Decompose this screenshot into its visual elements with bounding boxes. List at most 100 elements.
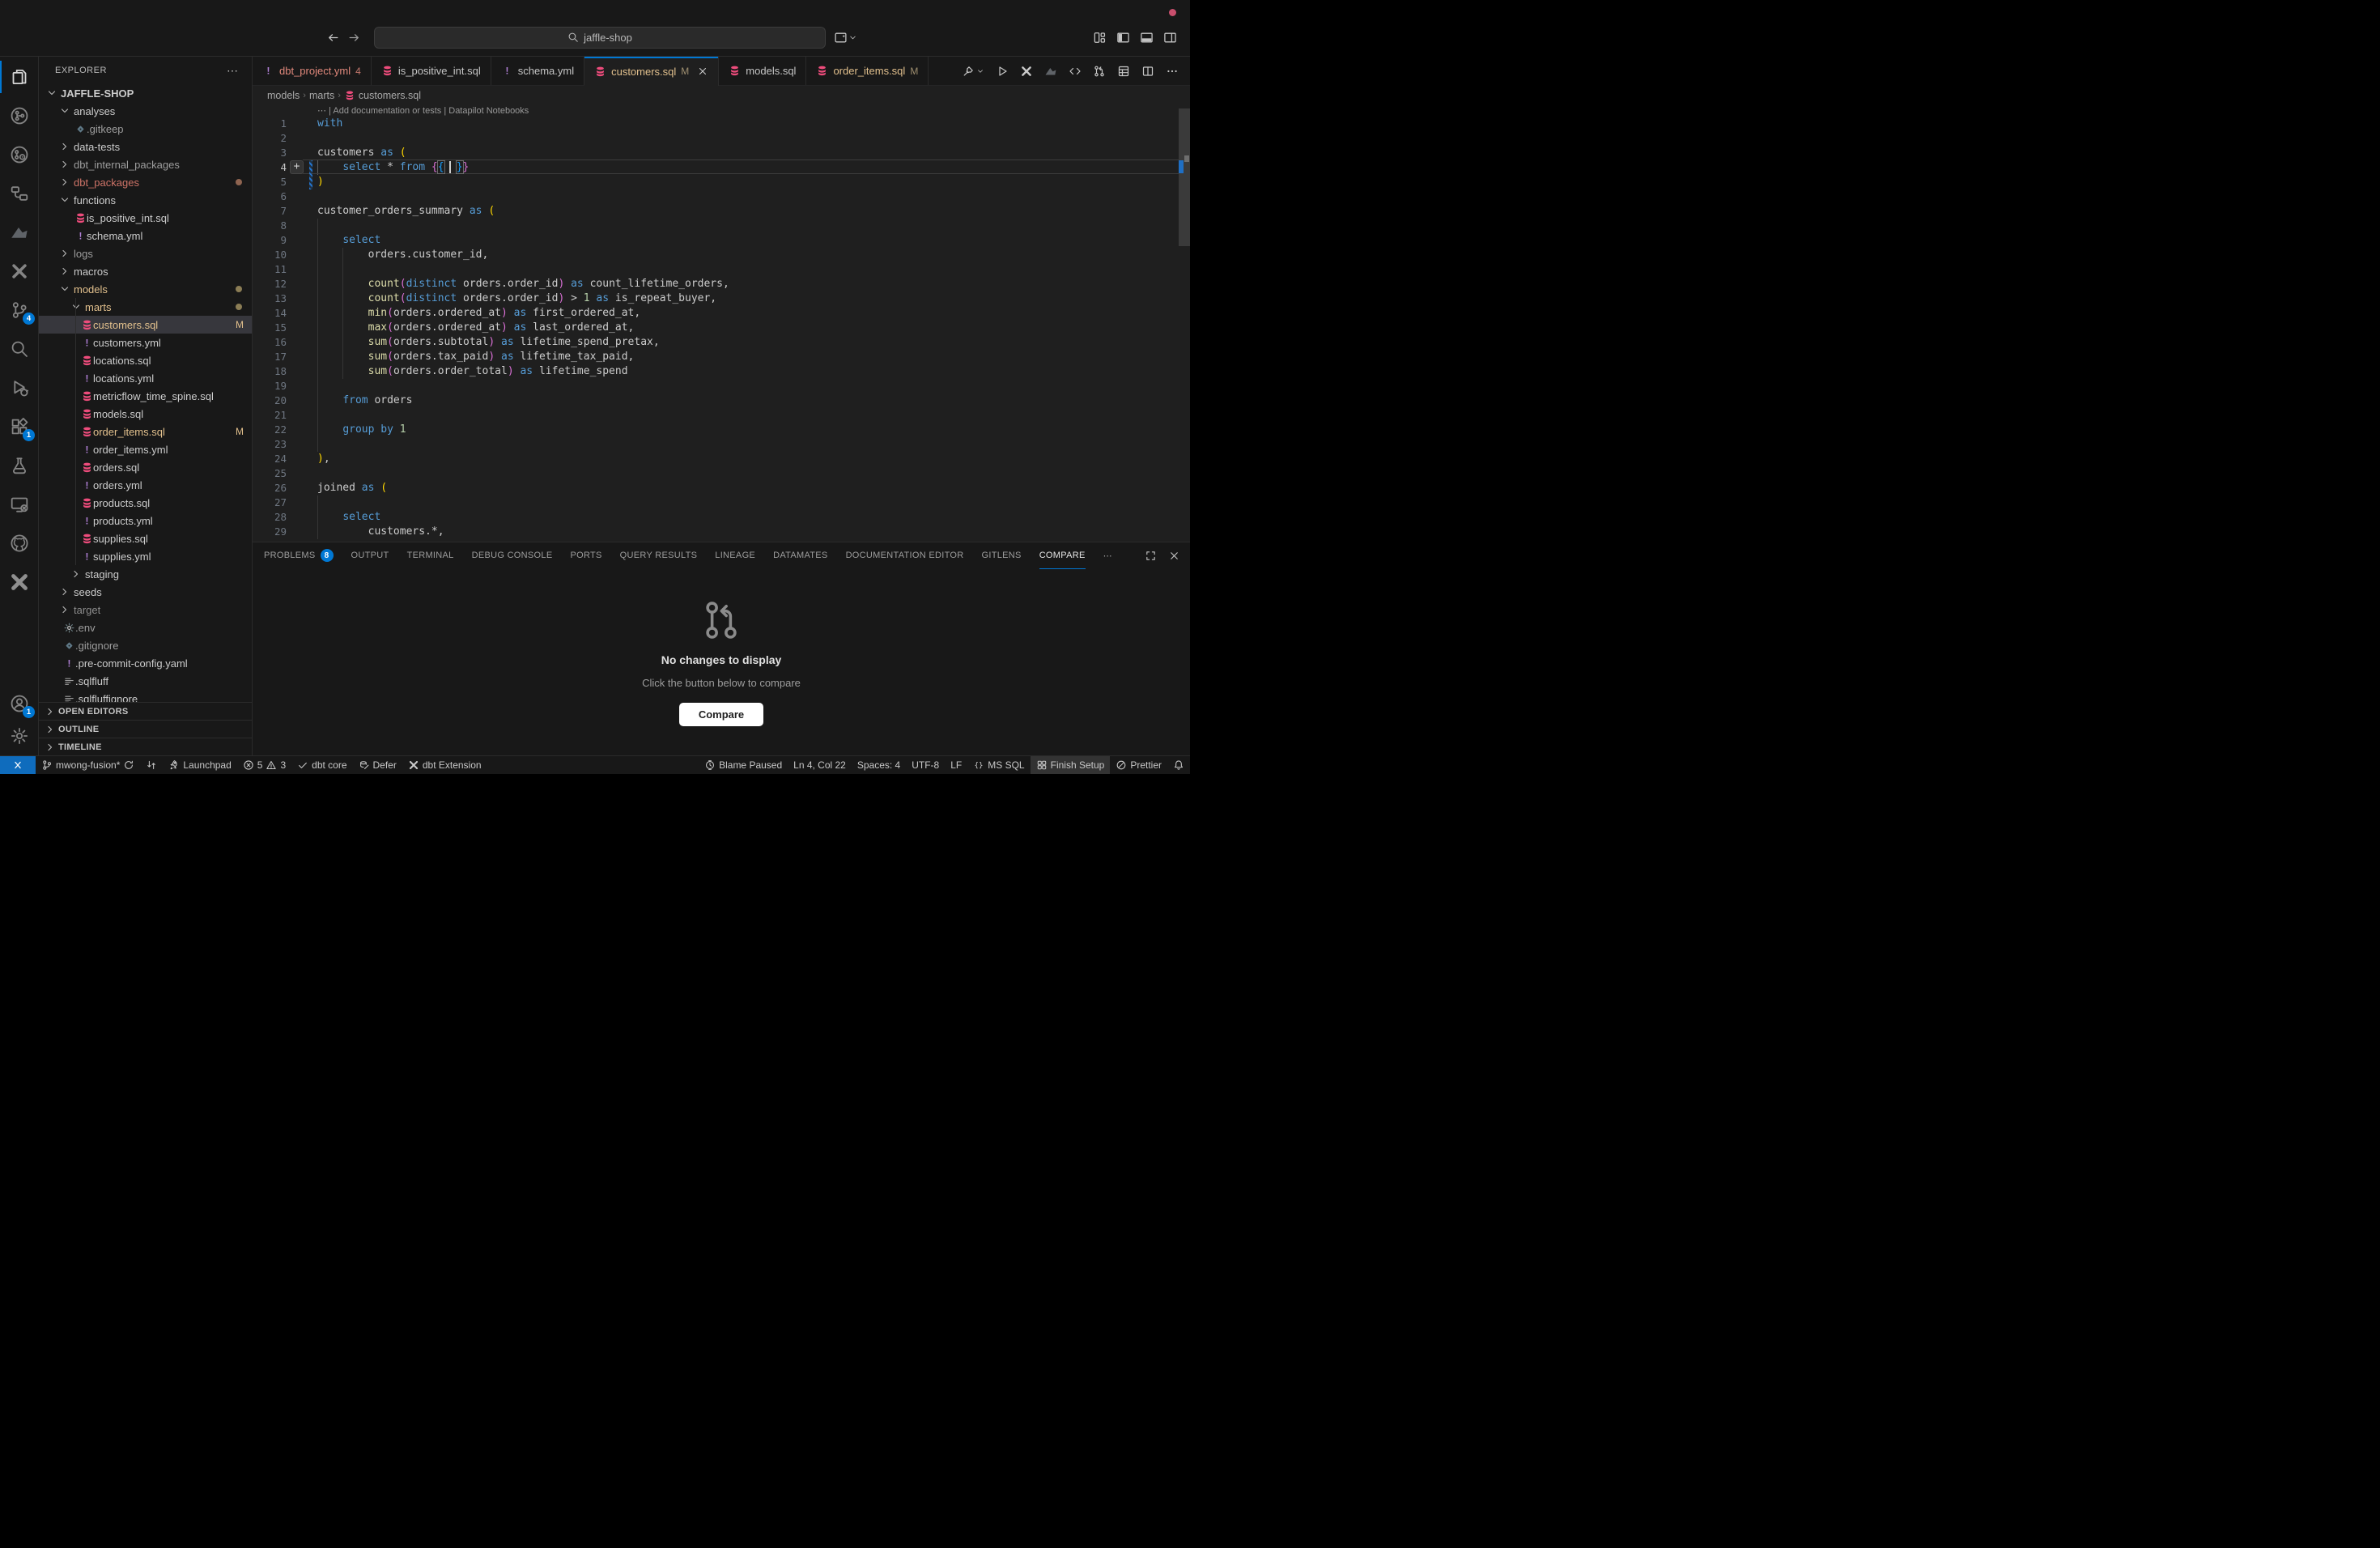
tree-item-target[interactable]: target — [39, 601, 252, 619]
mountain-icon[interactable] — [1044, 65, 1057, 78]
activity-altimate[interactable] — [0, 216, 38, 249]
activity-explorer[interactable] — [0, 61, 38, 93]
panel-tab-lineage[interactable]: LINEAGE — [715, 542, 755, 569]
status-prettier[interactable]: Prettier — [1110, 756, 1167, 774]
tree-item-locations.sql[interactable]: locations.sql — [39, 351, 252, 369]
tree-item-.pre-commit-config.yaml[interactable]: !.pre-commit-config.yaml — [39, 654, 252, 672]
tab-dbt_project.yml[interactable]: !dbt_project.yml4 — [253, 57, 372, 85]
section-outline[interactable]: OUTLINE — [39, 720, 252, 738]
tree-item-metricflow_time_spine.sql[interactable]: metricflow_time_spine.sql — [39, 387, 252, 405]
tree-item-.gitkeep[interactable]: .gitkeep — [39, 120, 252, 138]
tab-order_items.sql[interactable]: order_items.sqlM — [806, 57, 929, 85]
panel-tab-terminal[interactable]: TERMINAL — [407, 542, 454, 569]
more-icon[interactable] — [1166, 65, 1179, 78]
tree-item-supplies.yml[interactable]: !supplies.yml — [39, 547, 252, 565]
play-icon[interactable] — [996, 65, 1009, 78]
breadcrumb-item[interactable]: models — [267, 90, 300, 101]
tree-item-is_positive_int.sql[interactable]: is_positive_int.sql — [39, 209, 252, 227]
editor-scrollbar[interactable] — [1179, 105, 1190, 542]
panel-tab-ports[interactable]: PORTS — [570, 542, 601, 569]
tree-item-dbt_internal_packages[interactable]: dbt_internal_packages — [39, 155, 252, 173]
activity-dbt-docs[interactable] — [0, 138, 38, 171]
panel-tab-documentation-editor[interactable]: DOCUMENTATION EDITOR — [846, 542, 964, 569]
panel-tab-datamates[interactable]: DATAMATES — [773, 542, 827, 569]
tree-item-.sqlfluff[interactable]: .sqlfluff — [39, 672, 252, 690]
tree-item-products.yml[interactable]: !products.yml — [39, 512, 252, 529]
customize-layout-icon[interactable] — [1093, 31, 1107, 45]
tree-item-.env[interactable]: .env — [39, 619, 252, 636]
tree-item-analyses[interactable]: analyses — [39, 102, 252, 120]
tab-customers.sql[interactable]: customers.sqlM — [584, 57, 719, 86]
chevron-sm-icon[interactable] — [976, 67, 984, 75]
activity-testing[interactable] — [0, 449, 38, 482]
tree-item-customers.yml[interactable]: !customers.yml — [39, 334, 252, 351]
pinwheel-icon[interactable] — [1020, 65, 1033, 78]
tree-item-locations.yml[interactable]: !locations.yml — [39, 369, 252, 387]
tree-item-seeds[interactable]: seeds — [39, 583, 252, 601]
toggle-panel-icon[interactable] — [1140, 31, 1154, 45]
activity-extensions[interactable]: 1 — [0, 410, 38, 443]
status-dbt-core[interactable]: dbt core — [291, 756, 352, 774]
status-defer[interactable]: Defer — [353, 756, 402, 774]
tree-item-supplies.sql[interactable]: supplies.sql — [39, 529, 252, 547]
activity-dbt-power-user[interactable] — [0, 255, 38, 287]
tree-item-customers.sql[interactable]: customers.sqlM — [39, 316, 252, 334]
activity-dbt-lineage[interactable] — [0, 100, 38, 132]
status-language-mode[interactable]: {}MS SQL — [967, 756, 1030, 774]
tab-is_positive_int.sql[interactable]: is_positive_int.sql — [372, 57, 491, 85]
codelens-actions[interactable]: ⋯ | Add documentation or tests | Datapil… — [317, 105, 529, 117]
status-finish-setup[interactable]: Finish Setup — [1031, 756, 1111, 774]
close-icon[interactable] — [697, 66, 708, 77]
breadcrumb-item[interactable]: customers.sql — [359, 90, 421, 101]
panel-tab-problems[interactable]: PROBLEMS8 — [264, 542, 334, 569]
tree-item-order_items.yml[interactable]: !order_items.yml — [39, 440, 252, 458]
status-notifications[interactable] — [1167, 756, 1190, 774]
status-eol[interactable]: LF — [945, 756, 967, 774]
expand-icon[interactable] — [1145, 550, 1157, 562]
toggle-sidebar-left-icon[interactable] — [1116, 31, 1130, 45]
tab-schema.yml[interactable]: !schema.yml — [491, 57, 584, 85]
section-timeline[interactable]: TIMELINE — [39, 738, 252, 755]
status-encoding[interactable]: UTF-8 — [906, 756, 945, 774]
activity-run-debug[interactable] — [0, 372, 38, 404]
panel-tab--[interactable]: ⋯ — [1103, 542, 1112, 569]
status-git-branch[interactable]: mwong-fusion* — [36, 756, 140, 774]
status-problems[interactable]: 53 — [237, 756, 291, 774]
breadcrumb-item[interactable]: marts — [309, 90, 334, 101]
tree-item-jaffle-shop[interactable]: JAFFLE-SHOP — [39, 84, 252, 102]
table-icon[interactable] — [1117, 65, 1130, 78]
tree-item-orders.yml[interactable]: !orders.yml — [39, 476, 252, 494]
tree-item-order_items.sql[interactable]: order_items.sqlM — [39, 423, 252, 440]
copilot-layout-button[interactable] — [834, 31, 857, 45]
status-remote-indicator[interactable] — [0, 756, 36, 774]
nav-back-icon[interactable] — [322, 27, 343, 48]
tree-item-macros[interactable]: macros — [39, 262, 252, 280]
tree-item-models[interactable]: models — [39, 280, 252, 298]
panel-tab-debug-console[interactable]: DEBUG CONSOLE — [472, 542, 553, 569]
hammer-icon[interactable] — [962, 65, 975, 78]
status-compare-changes[interactable] — [140, 756, 163, 774]
compare-button[interactable]: Compare — [679, 703, 763, 726]
activity-dbt-x[interactable] — [0, 566, 38, 598]
activity-settings[interactable] — [0, 720, 38, 752]
status-blame-status[interactable]: Blame Paused — [699, 756, 788, 774]
activity-accounts[interactable]: 1 — [0, 687, 38, 720]
panel-tab-output[interactable]: OUTPUT — [351, 542, 389, 569]
tree-item-orders.sql[interactable]: orders.sql — [39, 458, 252, 476]
status-indentation[interactable]: Spaces: 4 — [852, 756, 906, 774]
code-icon[interactable] — [1069, 65, 1082, 78]
tree-item-.sqlfluffignore[interactable]: .sqlfluffignore — [39, 690, 252, 702]
tree-item-functions[interactable]: functions — [39, 191, 252, 209]
panel-tab-gitlens[interactable]: GITLENS — [982, 542, 1022, 569]
tree-item-staging[interactable]: staging — [39, 565, 252, 583]
activity-flow[interactable] — [0, 177, 38, 210]
activity-source-control[interactable]: 4 — [0, 294, 38, 326]
tree-item-logs[interactable]: logs — [39, 245, 252, 262]
command-center-search[interactable]: jaffle-shop — [374, 27, 826, 49]
tree-item-models.sql[interactable]: models.sql — [39, 405, 252, 423]
tree-item-products.sql[interactable]: products.sql — [39, 494, 252, 512]
close-icon[interactable] — [1168, 550, 1180, 562]
explorer-more-icon[interactable]: ⋯ — [227, 64, 239, 78]
activity-github[interactable] — [0, 527, 38, 559]
tree-item-marts[interactable]: marts — [39, 298, 252, 316]
